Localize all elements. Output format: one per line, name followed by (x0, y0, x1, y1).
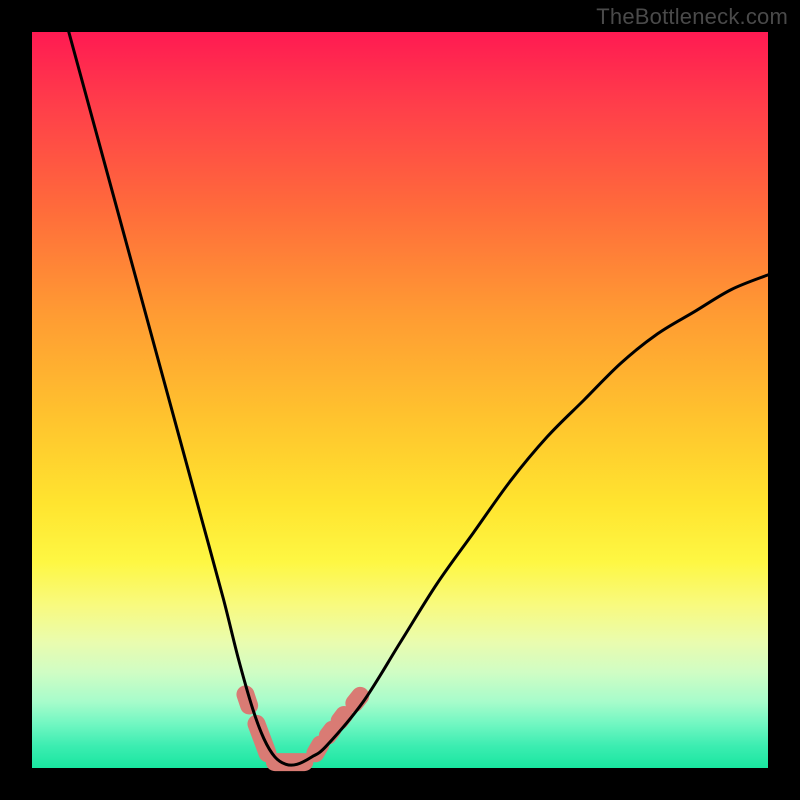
bottleneck-curve (69, 32, 768, 765)
trough-pill (354, 696, 360, 703)
trough-pill (328, 730, 332, 736)
watermark-text: TheBottleneck.com (596, 4, 788, 30)
curve-svg (32, 32, 768, 768)
trough-pill (340, 715, 344, 721)
gradient-plot-area (32, 32, 768, 768)
outer-frame: TheBottleneck.com (0, 0, 800, 800)
